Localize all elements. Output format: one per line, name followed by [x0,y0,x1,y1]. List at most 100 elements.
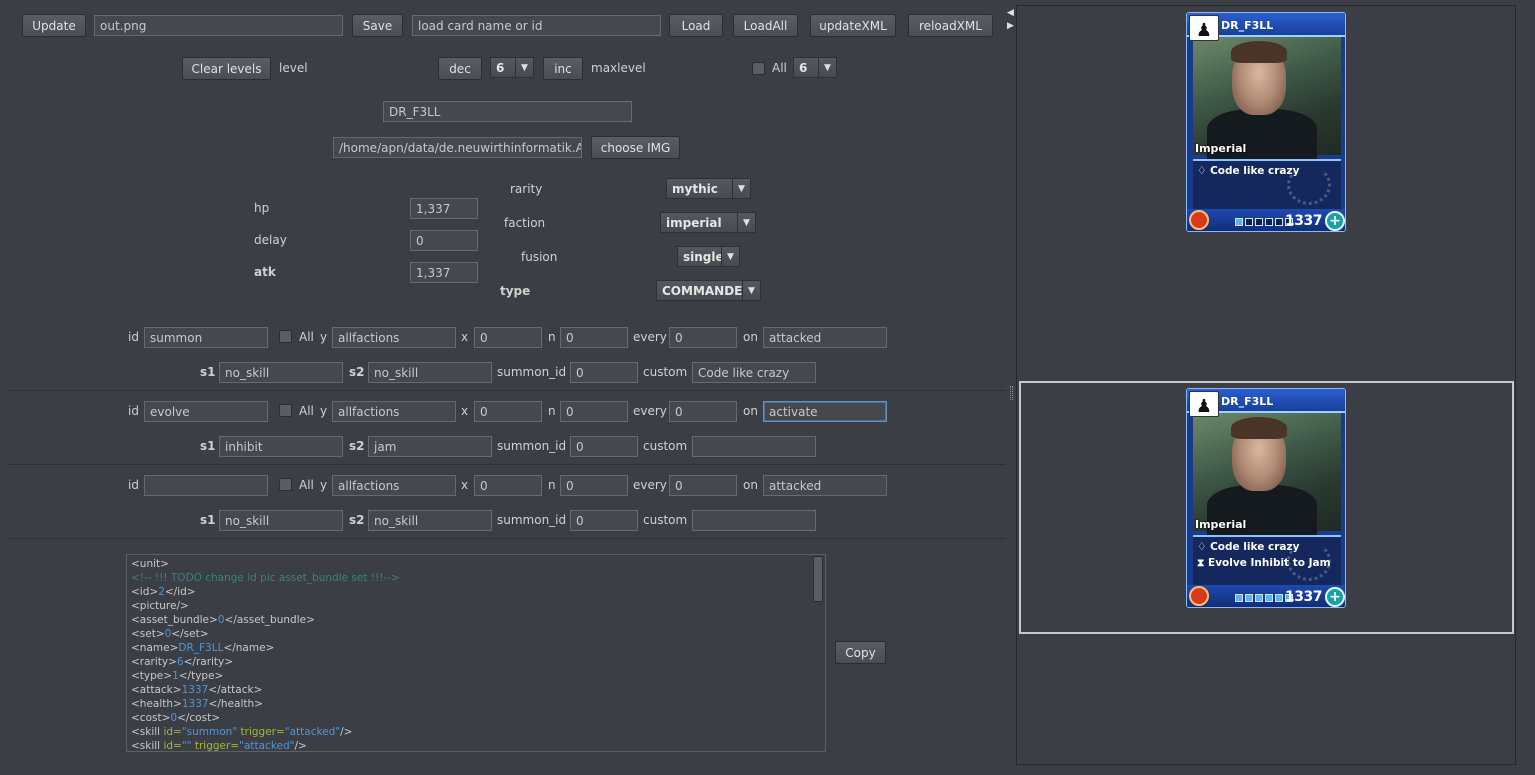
skill-3-custom-input[interactable] [692,510,816,531]
xml-textarea[interactable]: <unit> <!-- !!! TODO change id pic asset_… [126,554,826,752]
save-button[interactable]: Save [352,14,403,37]
skill-2-y-input[interactable]: allfactions [332,401,456,422]
skill-2-n-input[interactable]: 0 [560,401,628,422]
load-all-button[interactable]: LoadAll [733,14,798,37]
skill-2-summon-id-input[interactable]: 0 [570,436,638,457]
rarity-label: rarity [510,182,543,196]
copy-button[interactable]: Copy [835,641,886,664]
skill-1-every-input[interactable]: 0 [669,327,737,348]
skill-x-label: x [461,404,469,418]
skill-2-all-checkbox[interactable] [279,404,292,417]
type-select[interactable]: COMMANDER ▼ [656,280,761,301]
skill-1-s2-input[interactable]: no_skill [368,362,492,383]
update-xml-button[interactable]: updateXML [810,14,896,37]
skill-2-on-input[interactable]: activate [763,401,887,422]
xml-token: </asset_bundle> [224,614,315,626]
skill-3-every-input[interactable]: 0 [669,475,737,496]
skill-3-n-input[interactable]: 0 [560,475,628,496]
skill-1-x-input[interactable]: 0 [474,327,542,348]
xml-token: /> [294,740,307,752]
delay-input[interactable]: 0 [410,230,478,251]
reload-xml-button[interactable]: reloadXML [908,14,993,37]
skill-3-y-input[interactable]: allfactions [332,475,456,496]
clear-levels-button[interactable]: Clear levels [182,57,271,80]
xml-token: <attack> [131,684,182,696]
divider [8,464,1006,465]
xml-token: 1337 [181,684,209,696]
xml-token: 1337 [181,698,209,710]
choose-img-button[interactable]: choose IMG [591,136,680,159]
skill-summon-id-label: summon_id [497,439,567,453]
xml-token: </name> [223,642,275,654]
skill-2-id-input[interactable]: evolve [144,401,268,422]
atk-label: atk [254,265,276,279]
skill-1-y-input[interactable]: allfactions [332,327,456,348]
skill-3-x-input[interactable]: 0 [474,475,542,496]
chevron-down-icon: ▼ [515,58,533,77]
xml-token: </attack> [208,684,263,696]
collapse-left-icon[interactable]: ◀ [1007,8,1014,18]
skill-1-custom-input[interactable]: Code like crazy [692,362,816,383]
image-path-input[interactable]: /home/apn/data/de.neuwirthinformatik.Ale… [333,137,582,158]
level-pip [1265,218,1273,226]
skill-1-n-input[interactable]: 0 [560,327,628,348]
dec-button[interactable]: dec [438,57,482,80]
skill-on-label: on [743,478,758,492]
all-levels-label: All [772,61,787,75]
skill-2-x-input[interactable]: 0 [474,401,542,422]
diamond-icon: ♢ [1197,541,1211,553]
rarity-select[interactable]: mythic ▼ [666,178,751,199]
xml-line: <picture/> [131,599,821,613]
skill-1-summon-id-input[interactable]: 0 [570,362,638,383]
skill-2-s2-input[interactable]: jam [368,436,492,457]
skill-1-s1-input[interactable]: no_skill [219,362,343,383]
atk-input[interactable]: 1,337 [410,262,478,283]
fusion-select[interactable]: single ▼ [677,246,740,267]
skill-s2-label: s2 [349,513,365,527]
skill-1-on-input[interactable]: attacked [763,327,887,348]
hp-input[interactable]: 1,337 [410,198,478,219]
level-pip [1235,218,1243,226]
card-value: 1337 [1285,589,1322,605]
level-pip [1235,594,1243,602]
update-button[interactable]: Update [22,14,86,37]
inc-button[interactable]: inc [543,57,583,80]
faction-select[interactable]: imperial ▼ [660,212,756,233]
all-levels-checkbox[interactable] [752,62,765,75]
filename-input[interactable]: out.png [94,15,343,36]
skill-3-on-input[interactable]: attacked [763,475,887,496]
skill-2-every-input[interactable]: 0 [669,401,737,422]
skill-1-all-checkbox[interactable] [279,330,292,343]
skill-all-label: All [299,478,314,492]
xml-token: </set> [171,628,209,640]
level-select[interactable]: 6 ▼ [490,57,534,78]
skill-1-id-input[interactable]: summon [144,327,268,348]
xml-line: <skill id="" trigger="attacked"/> [131,739,821,752]
skill-summon-id-label: summon_id [497,513,567,527]
xml-line: <attack>1337</attack> [131,683,821,697]
xml-scrollbar-thumb[interactable] [813,556,823,602]
skill-2-s1-input[interactable]: inhibit [219,436,343,457]
skill-3-all-checkbox[interactable] [279,478,292,491]
splitter-handle[interactable] [1010,386,1013,400]
level-pip [1275,218,1283,226]
card-name-input[interactable]: DR_F3LL [383,101,632,122]
collapse-right-icon[interactable]: ▶ [1007,21,1014,31]
load-card-input[interactable]: load card name or id [412,15,661,36]
skill-3-s1-input[interactable]: no_skill [219,510,343,531]
chevron-down-icon: ▼ [732,179,750,198]
xml-token: "summon" [181,726,238,738]
xml-line: <name>DR_F3LL</name> [131,641,821,655]
maxlevel-select[interactable]: 6 ▼ [793,57,837,78]
load-button[interactable]: Load [669,14,723,37]
skill-2-custom-input[interactable] [692,436,816,457]
skill-3-s2-input[interactable]: no_skill [368,510,492,531]
skill-all-label: All [299,330,314,344]
skill-3-summon-id-input[interactable]: 0 [570,510,638,531]
skill-3-id-input[interactable] [144,475,268,496]
xml-line: <skill id="summon" trigger="attacked"/> [131,725,821,739]
xml-token: "attacked" [239,740,295,752]
card-name: DR_F3LL [1221,19,1274,32]
xml-token: </cost> [177,712,220,724]
hourglass-icon: ⧗ [1197,557,1209,569]
